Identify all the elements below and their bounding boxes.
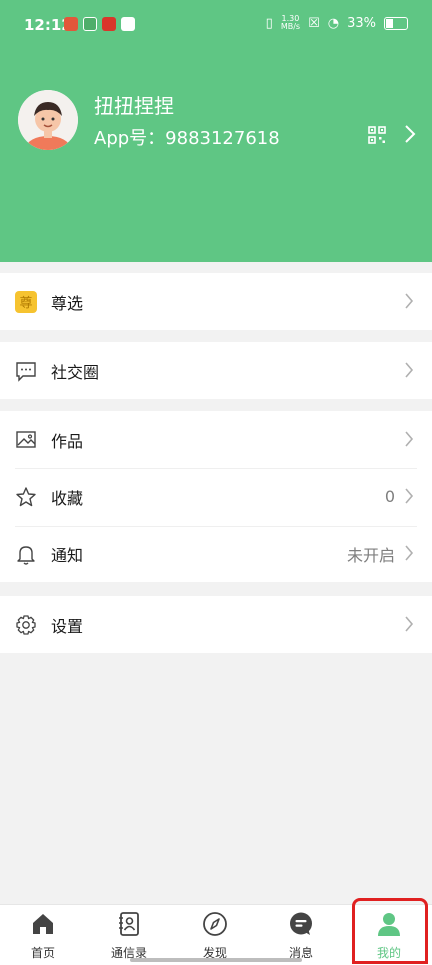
menu-item-notifications[interactable]: 通知 未开启 [0,525,432,582]
menu-label-settings: 设置 [51,616,84,636]
menu-label-social: 社交圈 [51,362,100,382]
content-section: 作品 收藏 0 通知 未开启 [0,411,432,582]
tab-discover[interactable]: 发现 [172,905,258,965]
network-speed: 1.30 MB/s [280,14,301,31]
tab-label-home: 首页 [30,946,55,960]
chevron-right-icon [405,488,414,504]
menu-item-social[interactable]: 社交圈 [0,342,432,399]
menu-item-favorites[interactable]: 收藏 0 [0,468,432,525]
chevron-right-icon [405,545,414,561]
chevron-right-icon[interactable] [404,124,416,144]
app-id: App号：9883127618 [94,128,280,149]
notification-app-icon [64,17,78,31]
tab-messages[interactable]: 消息 [258,905,344,965]
chat-icon [290,912,312,935]
tab-home[interactable]: 首页 [0,905,86,965]
menu-label-favorites: 收藏 [51,488,84,508]
gear-icon [16,615,36,635]
menu-item-works[interactable]: 作品 [0,411,432,468]
compass-icon [203,912,227,936]
menu-label-notifications: 通知 [51,545,84,565]
selection-highlight [352,898,428,964]
avatar[interactable] [18,90,78,150]
image-icon [16,431,36,448]
home-indicator[interactable] [130,958,302,962]
star-icon [16,487,36,507]
battery-icon [384,16,408,30]
notifications-status: 未开启 [346,545,395,565]
battery-percent: 33% [347,15,376,31]
premium-icon: 尊 [15,291,37,313]
bell-icon [17,546,35,565]
wifi-icon: ◔ [327,15,340,31]
chevron-right-icon [405,362,414,378]
chat-bubble-icon [16,362,36,382]
notification-leaf-icon [83,17,97,31]
tab-contacts[interactable]: 通信录 [86,905,172,965]
premium-section: 尊 尊选 [0,273,432,330]
qr-code-icon[interactable] [368,126,386,144]
profile-name: 扭扭捏捏 [94,94,174,118]
menu-item-settings[interactable]: 设置 [0,596,432,653]
chevron-right-icon [405,616,414,632]
sim-icon: ☒ [308,15,320,31]
favorites-count: 0 [384,487,395,506]
menu-label-works: 作品 [51,431,84,451]
status-bar: 12:12 ▯ 1.30 MB/s ☒ ◔ 33% [0,0,432,52]
chevron-right-icon [405,431,414,447]
social-section: 社交圈 [0,342,432,399]
settings-section: 设置 [0,596,432,653]
notification-more-icon [121,17,135,31]
svg-text:尊: 尊 [19,295,32,311]
vibrate-icon: ▯ [265,15,273,31]
chevron-right-icon [405,293,414,309]
contacts-icon [119,912,139,936]
home-icon [33,914,53,934]
menu-item-premium[interactable]: 尊 尊选 [0,273,432,330]
menu-label-premium: 尊选 [51,293,84,313]
notification-red-icon [102,17,116,31]
